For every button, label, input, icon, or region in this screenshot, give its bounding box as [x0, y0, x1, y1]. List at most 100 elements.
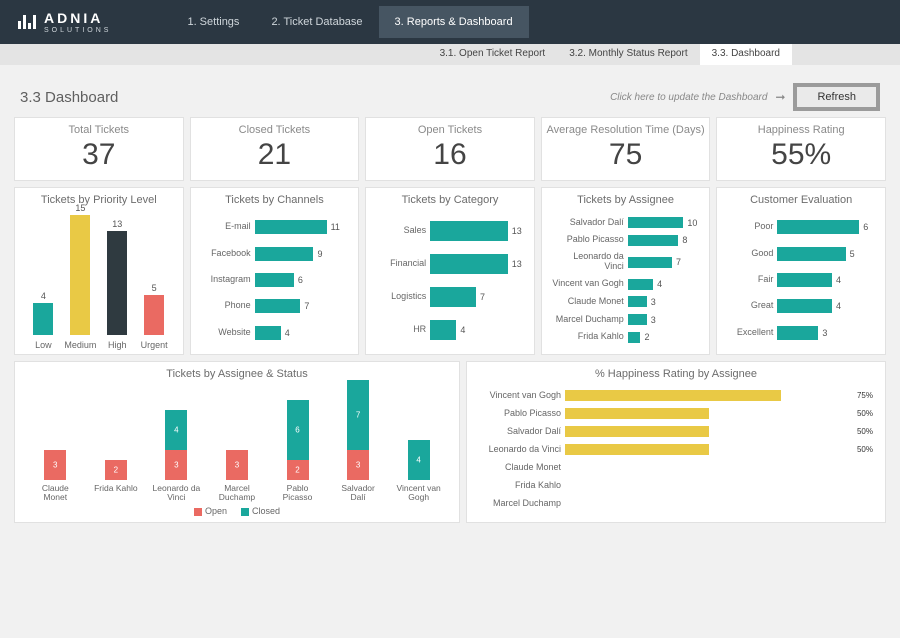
bar-track: 10	[628, 217, 698, 228]
data-label: 9	[317, 249, 322, 259]
bar-row: Logistics7	[376, 287, 522, 307]
data-label: 50%	[857, 445, 873, 454]
kpi-label: Average Resolution Time (Days)	[546, 124, 706, 136]
bar	[628, 314, 647, 325]
bar-row: Frida Kahlo	[477, 480, 873, 491]
bar-col: 3 Claude Monet	[30, 450, 80, 504]
data-label: 4	[408, 456, 430, 465]
data-label: 7	[304, 301, 309, 311]
data-label: 8	[682, 235, 687, 245]
category-label: Good	[727, 249, 777, 259]
category-label: Frida Kahlo	[477, 480, 565, 490]
legend-item-closed: Closed	[241, 506, 280, 516]
subnav-tab[interactable]: 3.2. Monthly Status Report	[557, 44, 699, 65]
data-label: 4	[41, 291, 46, 301]
bar-track	[565, 390, 853, 401]
chart-happiness: Vincent van Gogh75%Pablo Picasso50%Salva…	[475, 384, 877, 516]
category-label: Frida Kahlo	[94, 484, 137, 504]
data-label: 2	[105, 466, 127, 475]
chart-evaluation: Poor6Good5Fair4Great4Excellent3	[725, 210, 877, 350]
bar-row: Instagram6	[201, 273, 347, 287]
kpi-card: Open Tickets16	[365, 117, 535, 181]
nav-tab[interactable]: 1. Settings	[171, 6, 255, 38]
bar-track: 4	[255, 326, 347, 340]
bar-row: Pablo Picasso50%	[477, 408, 873, 419]
charts-row-2: Tickets by Assignee & Status 3Claude Mon…	[0, 355, 900, 523]
bar	[565, 390, 781, 401]
bar-row: Frida Kahlo2	[552, 332, 698, 343]
subnav-tab[interactable]: 3.3. Dashboard	[700, 44, 792, 65]
bar-row: Claude Monet3	[552, 296, 698, 307]
nav-tab[interactable]: 3. Reports & Dashboard	[379, 6, 529, 38]
bar-row: Leonardo da Vinci50%	[477, 444, 873, 455]
bar-row: Marcel Duchamp3	[552, 314, 698, 325]
bar-row: Vincent van Gogh4	[552, 279, 698, 290]
bar	[430, 287, 476, 307]
category-label: Vincent van Gogh	[394, 484, 444, 504]
kpi-card: Total Tickets37	[14, 117, 184, 181]
data-label: 13	[512, 226, 522, 236]
category-label: Instagram	[201, 275, 255, 285]
category-label: Great	[727, 301, 777, 311]
category-label: Fair	[727, 275, 777, 285]
category-label: Poor	[727, 222, 777, 232]
bar	[70, 215, 90, 335]
panel-assignee: Tickets by Assignee Salvador Dalí10Pablo…	[541, 187, 711, 355]
legend-swatch-icon	[194, 508, 202, 516]
category-label: Vincent van Gogh	[477, 390, 565, 400]
bar-track: 6	[255, 273, 347, 287]
bar-col: 2 Frida Kahlo	[91, 460, 141, 504]
data-label: 50%	[857, 427, 873, 436]
bar-track	[565, 462, 849, 473]
kpi-label: Total Tickets	[19, 124, 179, 136]
refresh-button[interactable]: Refresh	[793, 83, 880, 111]
panel-priority: Tickets by Priority Level 4Low15Medium13…	[14, 187, 184, 355]
category-label: Claude Monet	[30, 484, 80, 504]
data-label: 6	[863, 222, 868, 232]
nav-tab[interactable]: 2. Ticket Database	[255, 6, 378, 38]
category-label: Marcel Duchamp	[212, 484, 262, 504]
bar-row: Fair 4	[727, 273, 873, 287]
panel-title: Tickets by Category	[374, 194, 526, 206]
bar	[777, 299, 832, 313]
stacked-bar: 3	[226, 450, 248, 480]
bar	[777, 326, 818, 340]
category-label: Pablo Picasso	[552, 235, 628, 245]
bar-track: 4	[628, 279, 698, 290]
category-label: Vincent van Gogh	[552, 279, 628, 289]
chart-channels: E-mail11Facebook9Instagram6Phone7Website…	[199, 210, 351, 350]
data-label: 11	[331, 222, 340, 232]
bar-col: 4Low	[28, 291, 58, 350]
bar-track: 3	[628, 314, 698, 325]
category-label: Frida Kahlo	[552, 332, 628, 342]
bar	[255, 326, 281, 340]
bar	[628, 235, 679, 246]
kpi-value: 55%	[721, 138, 881, 172]
subnav-tab[interactable]: 3.1. Open Ticket Report	[428, 44, 558, 65]
data-label: 5	[850, 249, 855, 259]
bar-segment: 3	[226, 450, 248, 480]
data-label: 5	[152, 283, 157, 293]
category-label: Claude Monet	[552, 297, 628, 307]
bar-track: 3	[628, 296, 698, 307]
data-label: 10	[687, 218, 697, 228]
data-label: 4	[165, 426, 187, 435]
category-label: Pablo Picasso	[273, 484, 323, 504]
refresh-hint: Click here to update the Dashboard	[610, 92, 767, 103]
legend-item-open: Open	[194, 506, 227, 516]
bar	[628, 279, 653, 290]
bar-row: Phone 7	[201, 299, 347, 313]
bar	[565, 408, 709, 419]
bar-track: 3	[777, 326, 873, 340]
category-label: High	[108, 340, 127, 350]
stacked-bar: 3	[44, 450, 66, 480]
page-header: 3.3 Dashboard Click here to update the D…	[0, 65, 900, 117]
panel-evaluation: Customer Evaluation Poor6Good5Fair4Great…	[716, 187, 886, 355]
bar-row: Website4	[201, 326, 347, 340]
category-label: E-mail	[201, 222, 255, 232]
category-label: Financial	[376, 259, 430, 269]
bar-track: 9	[255, 247, 347, 261]
category-label: Phone	[201, 301, 255, 311]
chart-assignee: Salvador Dalí10Pablo Picasso8Leonardo da…	[550, 210, 702, 350]
data-label: 4	[836, 275, 841, 285]
